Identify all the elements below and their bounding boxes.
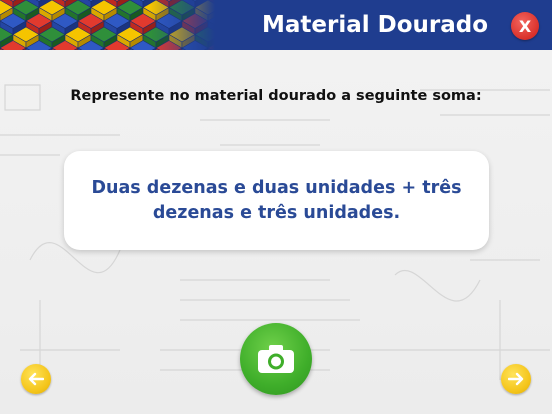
question-card: Duas dezenas e duas unidades + três deze… bbox=[64, 151, 489, 250]
next-button[interactable] bbox=[501, 364, 531, 394]
cubes-decoration bbox=[0, 0, 215, 50]
page-title: Material Dourado bbox=[261, 12, 489, 38]
cubes-fade bbox=[0, 0, 215, 50]
instruction-text: Represente no material dourado a seguint… bbox=[70, 88, 482, 104]
colored-cubes-pattern bbox=[0, 0, 215, 50]
header-bar: Material Dourado X bbox=[0, 0, 552, 50]
question-text: Duas dezenas e duas unidades + três deze… bbox=[91, 177, 462, 223]
arrow-right-icon bbox=[508, 372, 524, 386]
camera-icon bbox=[258, 345, 294, 373]
previous-button[interactable] bbox=[21, 364, 51, 394]
close-icon: X bbox=[518, 16, 532, 36]
arrow-left-icon bbox=[28, 372, 44, 386]
close-button[interactable]: X bbox=[511, 12, 539, 40]
camera-button[interactable] bbox=[240, 323, 312, 395]
